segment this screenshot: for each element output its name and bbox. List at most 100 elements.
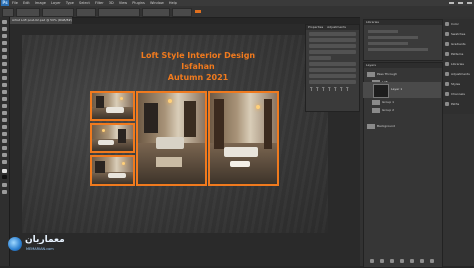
path-select-tool-icon[interactable] xyxy=(2,139,7,143)
panel-gradients[interactable]: Gradients xyxy=(445,41,472,47)
healing-tool-icon[interactable] xyxy=(2,69,7,73)
new-layer-icon[interactable] xyxy=(420,259,424,263)
color-icon xyxy=(445,22,449,26)
brush-tool-icon[interactable] xyxy=(2,76,7,80)
eraser-tool-icon[interactable] xyxy=(2,97,7,101)
stamp-tool-icon[interactable] xyxy=(2,83,7,87)
patterns-icon xyxy=(445,52,449,56)
underline-icon[interactable]: T xyxy=(346,87,348,92)
menu-help[interactable]: Help xyxy=(169,1,177,5)
interior-image-kitchen xyxy=(136,91,207,186)
panel-patterns[interactable]: Patterns xyxy=(445,51,472,57)
selected-layer-thumbnail xyxy=(373,84,389,98)
property-row-1[interactable] xyxy=(309,32,356,36)
foreground-color-icon[interactable] xyxy=(2,169,7,173)
swatches-icon xyxy=(445,32,449,36)
layer-thumbnail xyxy=(367,123,375,129)
blur-tool-icon[interactable] xyxy=(2,111,7,115)
menu-3d[interactable]: 3D xyxy=(109,1,114,5)
dodge-tool-icon[interactable] xyxy=(2,118,7,122)
tool-preset-picker[interactable] xyxy=(2,8,14,17)
selected-layer-row[interactable]: Layer 1 xyxy=(363,82,441,98)
panel-color[interactable]: Color xyxy=(445,21,472,27)
libraries-panel-header[interactable]: Libraries xyxy=(364,20,442,25)
library-row-3[interactable] xyxy=(368,42,408,45)
minimize-icon[interactable] xyxy=(449,2,454,4)
options-dropdown-4[interactable] xyxy=(98,8,140,17)
options-dropdown-1[interactable] xyxy=(16,8,40,17)
marquee-tool-icon[interactable] xyxy=(2,27,7,31)
tab-properties[interactable]: Properties xyxy=(308,25,323,29)
panel-swatches[interactable]: Swatches xyxy=(445,31,472,37)
menu-image[interactable]: Image xyxy=(35,1,46,5)
panel-adjustments[interactable]: Adjustments xyxy=(445,71,472,77)
watermark: معماریان MEMARIAN.com xyxy=(8,233,78,263)
panel-libraries[interactable]: Libraries xyxy=(445,61,472,67)
menu-file[interactable]: File xyxy=(12,1,18,5)
property-row-2[interactable] xyxy=(309,38,356,42)
zoom-tool-icon[interactable] xyxy=(2,160,7,164)
screen-mode-icon[interactable] xyxy=(2,190,7,194)
menu-layer[interactable]: Layer xyxy=(51,1,61,5)
menu-edit[interactable]: Edit xyxy=(23,1,30,5)
crop-tool-icon[interactable] xyxy=(2,48,7,52)
pen-tool-icon[interactable] xyxy=(2,125,7,129)
library-row-2[interactable] xyxy=(368,36,418,39)
background-color-icon[interactable] xyxy=(2,175,7,179)
link-layers-icon[interactable] xyxy=(370,259,374,263)
small-caps-icon[interactable]: T xyxy=(328,87,330,92)
superscript-icon[interactable]: T xyxy=(334,87,336,92)
document-canvas[interactable]: Loft Style Interior Design Isfahan Autum… xyxy=(22,35,328,233)
options-dropdown-5[interactable] xyxy=(142,8,170,17)
layer-row[interactable]: Group 1 xyxy=(372,99,444,105)
type-tool-icon[interactable] xyxy=(2,132,7,136)
property-row-3[interactable] xyxy=(309,44,356,48)
lasso-tool-icon[interactable] xyxy=(2,34,7,38)
options-dropdown-3[interactable] xyxy=(76,8,96,17)
menu-type[interactable]: Type xyxy=(66,1,74,5)
menu-filter[interactable]: Filter xyxy=(95,1,104,5)
canvas-title-line-2: Isfahan xyxy=(181,62,215,71)
tools-panel xyxy=(0,17,10,266)
eyedropper-tool-icon[interactable] xyxy=(2,62,7,66)
layer-style-icon[interactable] xyxy=(380,259,384,263)
menu-select[interactable]: Select xyxy=(79,1,90,5)
tab-adjustments[interactable]: Adjustments xyxy=(327,25,346,29)
shape-tool-icon[interactable] xyxy=(2,146,7,150)
panel-channels[interactable]: Channels xyxy=(445,91,472,97)
paths-icon xyxy=(445,102,449,106)
layer-row[interactable]: Pass Through xyxy=(367,71,439,77)
document-tab[interactable]: Artist Loft post-02.psd @ 50% (RGB/8#) xyxy=(10,17,72,24)
new-group-icon[interactable] xyxy=(410,259,414,263)
move-tool-icon[interactable] xyxy=(2,20,7,24)
layer-row[interactable]: Background xyxy=(367,123,439,129)
color-swatch[interactable] xyxy=(195,10,201,13)
quick-select-tool-icon[interactable] xyxy=(2,41,7,45)
panel-paths[interactable]: Paths xyxy=(445,101,472,107)
options-dropdown-2[interactable] xyxy=(42,8,74,17)
history-brush-tool-icon[interactable] xyxy=(2,90,7,94)
add-mask-icon[interactable] xyxy=(390,259,394,263)
options-dropdown-6[interactable] xyxy=(172,8,192,17)
frame-tool-icon[interactable] xyxy=(2,55,7,59)
caps-icon[interactable]: T xyxy=(322,87,324,92)
subscript-icon[interactable]: T xyxy=(340,87,342,92)
layers-panel-header[interactable]: Layers xyxy=(364,63,442,68)
gradient-tool-icon[interactable] xyxy=(2,104,7,108)
delete-layer-icon[interactable] xyxy=(430,259,434,263)
close-icon[interactable] xyxy=(467,2,472,4)
interior-thumb-2 xyxy=(90,123,135,153)
bold-icon[interactable]: T xyxy=(310,87,312,92)
panel-styles[interactable]: Styles xyxy=(445,81,472,87)
maximize-icon[interactable] xyxy=(458,2,463,4)
quick-mask-icon[interactable] xyxy=(2,183,7,187)
hand-tool-icon[interactable] xyxy=(2,153,7,157)
library-row-1[interactable] xyxy=(368,30,398,33)
menu-view[interactable]: View xyxy=(119,1,127,5)
layer-row[interactable]: Group 2 xyxy=(372,107,444,113)
library-row-4[interactable] xyxy=(368,48,428,51)
menu-plugins[interactable]: Plugins xyxy=(132,1,145,5)
italic-icon[interactable]: T xyxy=(316,87,318,92)
menu-window[interactable]: Window xyxy=(150,1,164,5)
adjustment-layer-icon[interactable] xyxy=(400,259,404,263)
